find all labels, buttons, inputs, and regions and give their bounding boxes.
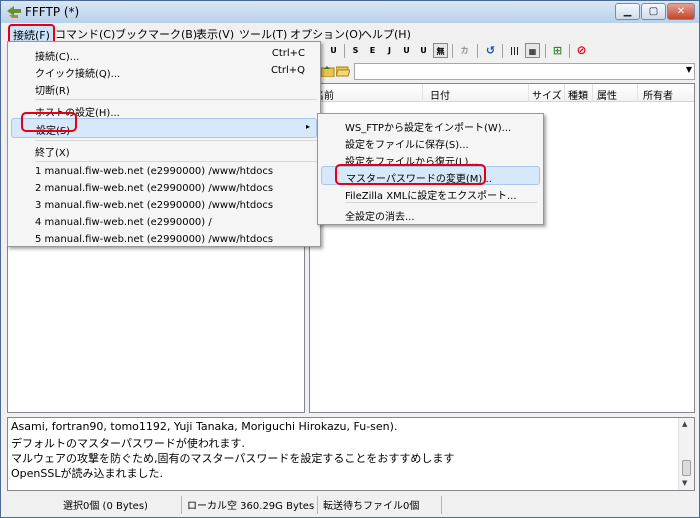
toolbar-separator (502, 44, 503, 58)
status-selection: 選択0個 (0 Bytes) (63, 501, 148, 512)
menu-options[interactable]: オプション(O) (290, 26, 362, 42)
chevron-down-icon[interactable]: ▼ (686, 65, 692, 74)
title-bar: FFFTP (*) ▁ ▢ ✕ (1, 1, 699, 23)
menu-item-recent-host[interactable]: 2 manual.fiw-web.net (e2990000) /www/htd… (11, 180, 317, 198)
euc-icon[interactable]: E (365, 43, 380, 58)
submenu-item-clear-all-settings[interactable]: 全設定の消去... (321, 205, 540, 223)
column-divider[interactable] (564, 84, 565, 102)
refresh-icon[interactable]: ↺ (483, 43, 498, 58)
toolbar-separator (545, 44, 546, 58)
menu-bookmark[interactable]: ブックマーク(B) (115, 26, 197, 42)
toolbar-separator (569, 44, 570, 58)
utf8-bom-icon[interactable]: U (416, 43, 431, 58)
menu-separator (35, 99, 317, 100)
submenu-item-save-settings[interactable]: 設定をファイルに保存(S)... (321, 133, 540, 151)
log-panel[interactable]: Asami, fortran90, tomo1192, Yuji Tanaka,… (7, 417, 695, 491)
sync-icon[interactable]: ⊞ (550, 43, 565, 58)
status-queue: 転送待ちファイル0個 (323, 501, 420, 512)
app-window: FFFTP (*) ▁ ▢ ✕ 接続(F) コマンド(C) ブックマーク(B) … (0, 0, 700, 518)
minimize-button[interactable]: ▁ (615, 3, 640, 20)
menu-view[interactable]: 表示(V) (196, 26, 234, 42)
menu-item-disconnect[interactable]: 切断(R) (11, 79, 317, 97)
column-divider[interactable] (592, 84, 593, 102)
submenu-item-import-wsftp[interactable]: WS_FTPから設定をインポート(W)... (321, 116, 540, 134)
menu-item-recent-host[interactable]: 1 manual.fiw-web.net (e2990000) /www/htd… (11, 163, 317, 181)
sjis-icon[interactable]: S (348, 43, 363, 58)
scroll-thumb[interactable] (682, 460, 691, 476)
no-convert-icon[interactable]: 無 (433, 43, 448, 58)
folder-open-icon[interactable] (336, 65, 350, 77)
scroll-down-icon[interactable]: ▼ (682, 479, 687, 487)
status-divider (441, 496, 442, 514)
utf8-icon[interactable]: U (399, 43, 414, 58)
menu-item-recent-host[interactable]: 4 manual.fiw-web.net (e2990000) / (11, 214, 317, 232)
menu-item-recent-host[interactable]: 5 manual.fiw-web.net (e2990000) /www/htd… (11, 231, 317, 249)
upload-mode-icon[interactable]: U (326, 43, 341, 58)
remote-path-bar: ▼ (307, 61, 699, 81)
kana-icon[interactable]: カ (457, 43, 472, 58)
column-divider[interactable] (422, 84, 423, 102)
submenu-item-export-filezilla[interactable]: FileZilla XMLに設定をエクスポート... (321, 184, 540, 202)
status-bar: 選択0個 (0 Bytes) ローカル空 360.29G Bytes 転送待ちフ… (1, 494, 699, 517)
abort-icon[interactable]: ⊘ (574, 43, 589, 58)
maximize-button[interactable]: ▢ (641, 3, 666, 20)
log-line: マルウェアの攻撃を防ぐため,固有のマスターパスワードを設定することをおすすめしま… (11, 452, 455, 465)
submenu-arrow-icon: ▸ (305, 122, 310, 131)
menu-item-exit[interactable]: 終了(X) (11, 141, 317, 159)
column-owner[interactable]: 所有者 (643, 87, 673, 102)
toolbar-separator (452, 44, 453, 58)
toolbar: ↑ U S E J U U 無 カ ↺ ||| ▦ ⊞ ⊘ (307, 42, 699, 60)
menu-command[interactable]: コマンド(C) (55, 26, 115, 42)
toolbar-separator (477, 44, 478, 58)
log-scrollbar[interactable]: ▲ ▼ (678, 418, 694, 490)
menu-bar: 接続(F) コマンド(C) ブックマーク(B) 表示(V) ツール(T) オプシ… (1, 23, 699, 46)
scroll-up-icon[interactable]: ▲ (682, 420, 687, 428)
window-title: FFFTP (*) (25, 5, 80, 19)
menu-separator (35, 161, 317, 162)
status-divider (181, 496, 182, 514)
column-attributes[interactable]: 属性 (597, 87, 617, 102)
column-divider[interactable] (637, 84, 638, 102)
menu-help[interactable]: ヘルプ(H) (361, 26, 411, 42)
column-type[interactable]: 種類 (568, 87, 588, 102)
remote-path-input[interactable]: ▼ (354, 63, 695, 80)
menu-item-recent-host[interactable]: 3 manual.fiw-web.net (e2990000) /www/htd… (11, 197, 317, 215)
menu-item-quick-connect[interactable]: クイック接続(Q)... Ctrl+Q (11, 62, 317, 80)
settings-highlight-box (21, 112, 77, 132)
menu-item-connect[interactable]: 接続(C)... Ctrl+C (11, 45, 317, 63)
remote-column-header: 名前 日付 サイズ 種類 属性 所有者 (310, 84, 694, 102)
log-line: Asami, fortran90, tomo1192, Yuji Tanaka,… (11, 420, 398, 433)
master-password-highlight-box (335, 164, 486, 185)
toolbar-separator (344, 44, 345, 58)
status-local-free: ローカル空 360.29G Bytes (187, 501, 315, 512)
log-line: デフォルトのマスターパスワードが使われます. (11, 437, 245, 450)
connect-menu: 接続(C)... Ctrl+C クイック接続(Q)... Ctrl+Q 切断(R… (7, 41, 321, 247)
column-date[interactable]: 日付 (430, 87, 450, 102)
column-divider[interactable] (528, 84, 529, 102)
close-button[interactable]: ✕ (667, 3, 695, 20)
list-view-icon[interactable]: ||| (507, 43, 522, 58)
log-line: OpenSSLが読み込まれました. (11, 467, 163, 480)
ffftp-app-icon (7, 6, 21, 18)
detail-view-icon[interactable]: ▦ (525, 43, 540, 58)
status-divider (317, 496, 318, 514)
column-size[interactable]: サイズ (532, 87, 562, 102)
menu-tools[interactable]: ツール(T) (239, 26, 287, 42)
menu-separator (345, 202, 537, 203)
jis-icon[interactable]: J (382, 43, 397, 58)
folder-up-icon[interactable] (321, 65, 335, 77)
